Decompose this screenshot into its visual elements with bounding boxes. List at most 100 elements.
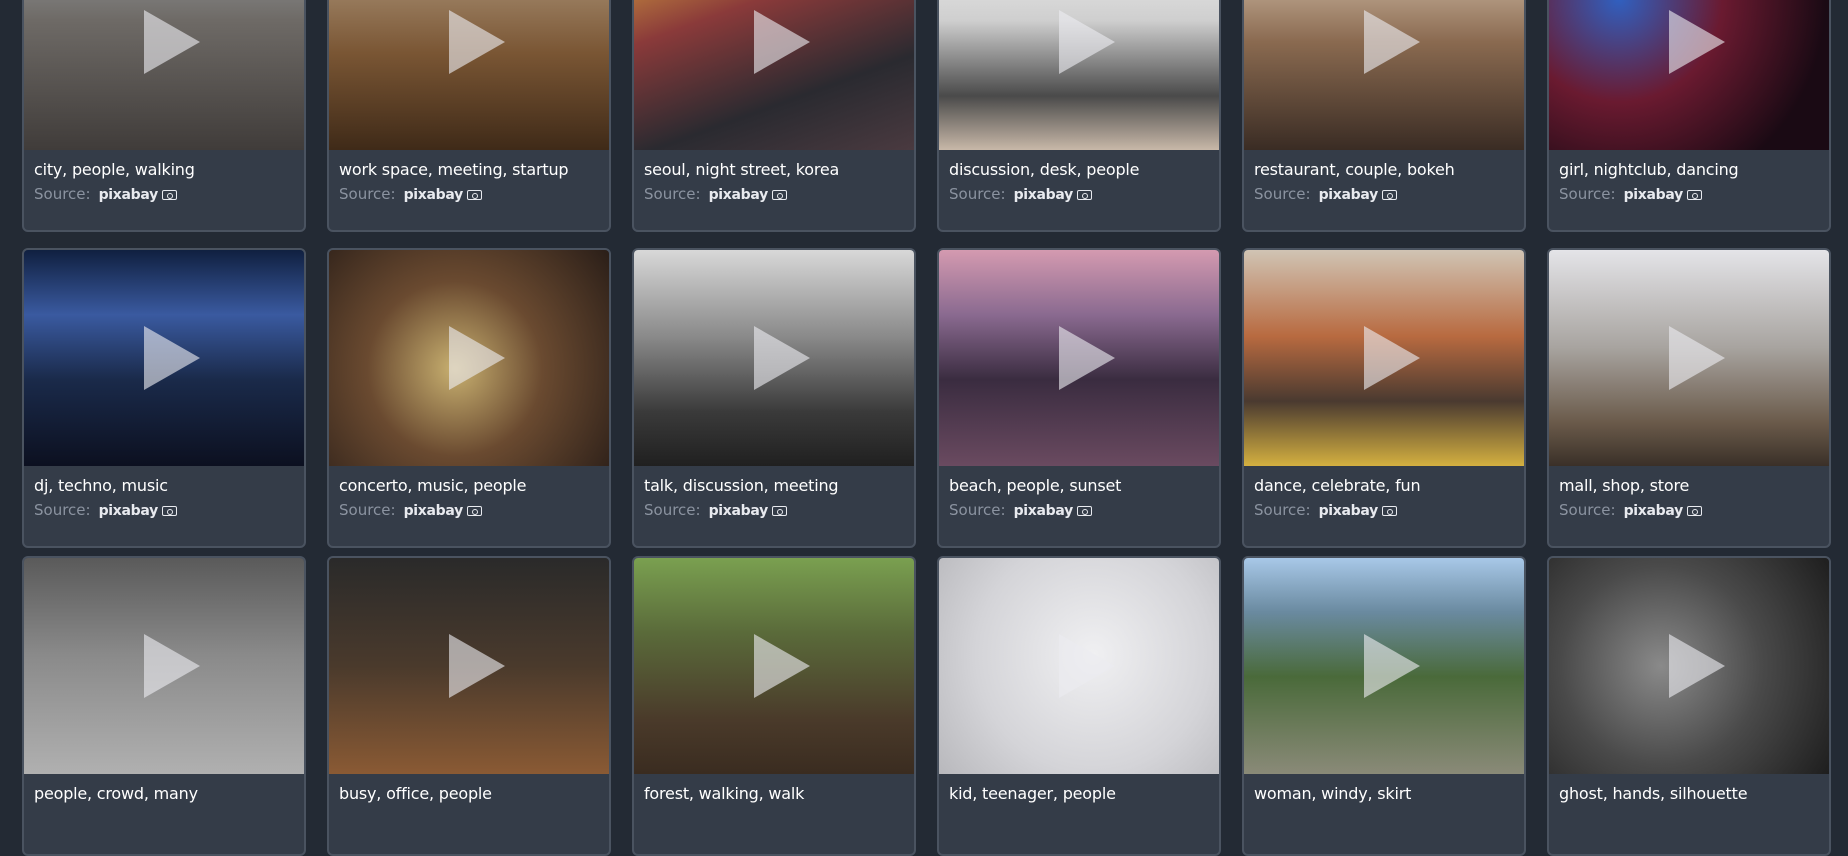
video-source: Source: pixabay xyxy=(1559,501,1702,519)
play-icon[interactable] xyxy=(1059,10,1115,74)
source-label: Source: xyxy=(949,501,1006,519)
pixabay-logo[interactable]: pixabay xyxy=(404,503,464,519)
camera-icon xyxy=(1686,190,1702,200)
play-icon[interactable] xyxy=(1364,634,1420,698)
video-thumbnail[interactable] xyxy=(24,250,304,466)
video-tags: ghost, hands, silhouette xyxy=(1559,784,1748,803)
video-card[interactable]: beach, people, sunset Source: pixabay xyxy=(937,248,1221,548)
video-source: Source: pixabay xyxy=(339,501,482,519)
video-thumbnail[interactable] xyxy=(1549,0,1829,150)
video-tags: city, people, walking xyxy=(34,160,195,179)
video-card[interactable]: work space, meeting, startup Source: pixa… xyxy=(327,0,611,232)
video-tags: girl, nightclub, dancing xyxy=(1559,160,1739,179)
camera-icon xyxy=(1686,506,1702,516)
play-icon[interactable] xyxy=(754,326,810,390)
video-source: Source: pixabay xyxy=(1254,185,1397,203)
camera-icon xyxy=(466,190,482,200)
video-thumbnail[interactable] xyxy=(329,0,609,150)
play-icon[interactable] xyxy=(449,10,505,74)
video-card[interactable]: discussion, desk, people Source: pixabay xyxy=(937,0,1221,232)
pixabay-logo[interactable]: pixabay xyxy=(99,503,159,519)
source-label: Source: xyxy=(1559,185,1616,203)
video-thumbnail[interactable] xyxy=(939,558,1219,774)
video-card[interactable]: dance, celebrate, fun Source: pixabay xyxy=(1242,248,1526,548)
video-thumbnail[interactable] xyxy=(24,0,304,150)
video-thumbnail[interactable] xyxy=(1244,250,1524,466)
video-card[interactable]: people, crowd, many xyxy=(22,556,306,856)
video-card[interactable]: kid, teenager, people xyxy=(937,556,1221,856)
video-thumbnail[interactable] xyxy=(634,250,914,466)
video-card[interactable]: restaurant, couple, bokeh Source: pixabay xyxy=(1242,0,1526,232)
video-source: Source: pixabay xyxy=(1254,501,1397,519)
video-tags: kid, teenager, people xyxy=(949,784,1116,803)
source-label: Source: xyxy=(644,501,701,519)
pixabay-logo[interactable]: pixabay xyxy=(1014,187,1074,203)
play-icon[interactable] xyxy=(754,634,810,698)
video-thumbnail[interactable] xyxy=(1244,0,1524,150)
video-source: Source: pixabay xyxy=(339,185,482,203)
video-card[interactable]: busy, office, people xyxy=(327,556,611,856)
video-card[interactable]: city, people, walking Source: pixabay xyxy=(22,0,306,232)
play-icon[interactable] xyxy=(1059,326,1115,390)
camera-icon xyxy=(1076,190,1092,200)
pixabay-logo[interactable]: pixabay xyxy=(1319,187,1379,203)
video-tags: work space, meeting, startup xyxy=(339,160,569,179)
video-thumbnail[interactable] xyxy=(329,250,609,466)
video-source: Source: pixabay xyxy=(644,185,787,203)
play-icon[interactable] xyxy=(754,10,810,74)
play-icon[interactable] xyxy=(1364,326,1420,390)
video-thumbnail[interactable] xyxy=(634,558,914,774)
video-tags: busy, office, people xyxy=(339,784,492,803)
pixabay-logo[interactable]: pixabay xyxy=(99,187,159,203)
play-icon[interactable] xyxy=(1059,634,1115,698)
camera-icon xyxy=(1381,506,1397,516)
play-icon[interactable] xyxy=(1669,10,1725,74)
pixabay-logo[interactable]: pixabay xyxy=(1624,503,1684,519)
video-card[interactable]: seoul, night street, korea Source: pixaba… xyxy=(632,0,916,232)
pixabay-logo[interactable]: pixabay xyxy=(404,187,464,203)
play-icon[interactable] xyxy=(1364,10,1420,74)
video-card[interactable]: talk, discussion, meeting Source: pixabay xyxy=(632,248,916,548)
video-source: Source: pixabay xyxy=(34,185,177,203)
play-icon[interactable] xyxy=(1669,326,1725,390)
video-source: Source: pixabay xyxy=(949,501,1092,519)
video-thumbnail[interactable] xyxy=(634,0,914,150)
video-card[interactable]: ghost, hands, silhouette xyxy=(1547,556,1831,856)
pixabay-logo[interactable]: pixabay xyxy=(1014,503,1074,519)
play-icon[interactable] xyxy=(144,634,200,698)
video-tags: concerto, music, people xyxy=(339,476,527,495)
video-thumbnail[interactable] xyxy=(1244,558,1524,774)
pixabay-logo[interactable]: pixabay xyxy=(1624,187,1684,203)
source-label: Source: xyxy=(644,185,701,203)
video-thumbnail[interactable] xyxy=(24,558,304,774)
source-label: Source: xyxy=(949,185,1006,203)
pixabay-logo[interactable]: pixabay xyxy=(709,503,769,519)
video-thumbnail[interactable] xyxy=(1549,558,1829,774)
play-icon[interactable] xyxy=(144,10,200,74)
video-card[interactable]: dj, techno, music Source: pixabay xyxy=(22,248,306,548)
video-thumbnail[interactable] xyxy=(939,0,1219,150)
camera-icon xyxy=(161,190,177,200)
video-card[interactable]: mall, shop, store Source: pixabay xyxy=(1547,248,1831,548)
video-card[interactable]: woman, windy, skirt xyxy=(1242,556,1526,856)
video-card[interactable]: forest, walking, walk xyxy=(632,556,916,856)
video-card[interactable]: concerto, music, people Source: pixabay xyxy=(327,248,611,548)
camera-icon xyxy=(771,506,787,516)
pixabay-logo[interactable]: pixabay xyxy=(1319,503,1379,519)
play-icon[interactable] xyxy=(449,634,505,698)
video-thumbnail[interactable] xyxy=(1549,250,1829,466)
camera-icon xyxy=(1381,190,1397,200)
video-tags: woman, windy, skirt xyxy=(1254,784,1412,803)
video-thumbnail[interactable] xyxy=(939,250,1219,466)
play-icon[interactable] xyxy=(144,326,200,390)
play-icon[interactable] xyxy=(449,326,505,390)
video-card[interactable]: girl, nightclub, dancing Source: pixabay xyxy=(1547,0,1831,232)
source-label: Source: xyxy=(1559,501,1616,519)
video-thumbnail[interactable] xyxy=(329,558,609,774)
pixabay-logo[interactable]: pixabay xyxy=(709,187,769,203)
play-icon[interactable] xyxy=(1669,634,1725,698)
camera-icon xyxy=(771,190,787,200)
source-label: Source: xyxy=(34,501,91,519)
source-label: Source: xyxy=(339,185,396,203)
source-label: Source: xyxy=(34,185,91,203)
